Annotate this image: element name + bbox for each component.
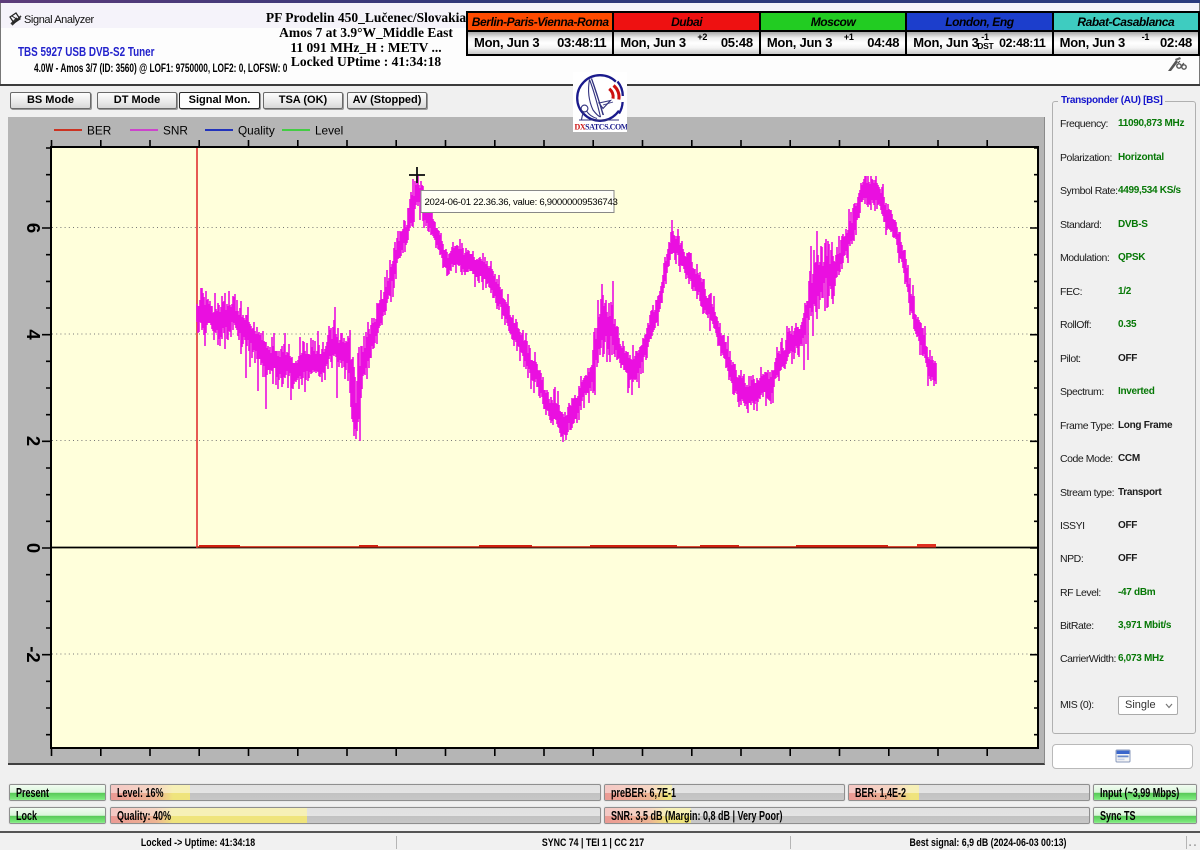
svg-text:4: 4 bbox=[23, 329, 44, 340]
svg-text:2024-06-01 22.36.36, value: 6,: 2024-06-01 22.36.36, value: 6,9000000953… bbox=[425, 197, 618, 208]
svg-text:Quality: Quality bbox=[238, 124, 275, 138]
svg-text:Level: Level bbox=[315, 124, 343, 138]
svg-text:6: 6 bbox=[23, 223, 44, 233]
svg-text:-2: -2 bbox=[23, 646, 44, 662]
svg-text:BER: BER bbox=[87, 124, 111, 138]
svg-text:2: 2 bbox=[23, 436, 44, 446]
svg-text:DXSATCS.COM: DXSATCS.COM bbox=[575, 123, 628, 132]
svg-text:SNR: SNR bbox=[163, 124, 188, 138]
svg-text:0: 0 bbox=[23, 543, 44, 553]
